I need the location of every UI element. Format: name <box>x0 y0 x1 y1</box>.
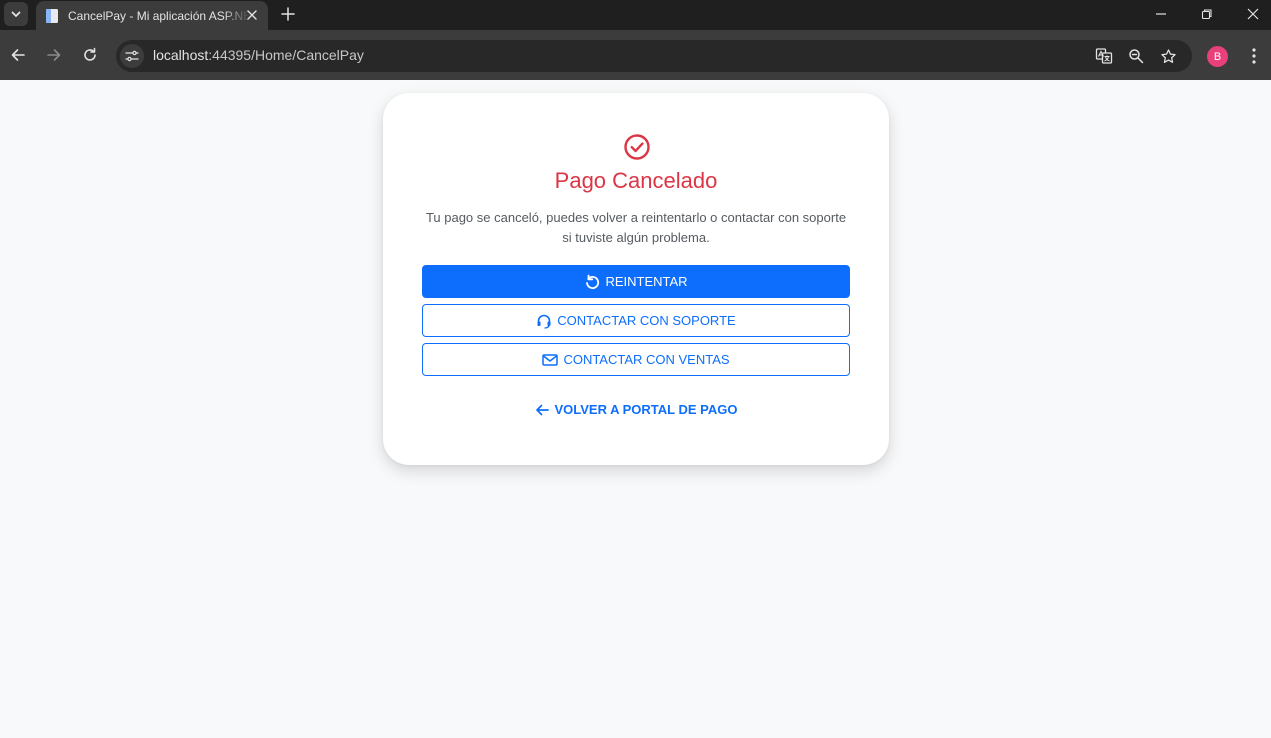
arrow-right-icon <box>47 49 61 61</box>
new-tab-button[interactable] <box>278 4 298 24</box>
reload-icon <box>84 47 96 61</box>
back-to-portal-link[interactable]: VOLVER A PORTAL DE PAGO <box>383 402 889 417</box>
back-label: VOLVER A PORTAL DE PAGO <box>554 402 738 417</box>
close-icon <box>1247 8 1259 20</box>
close-window-button[interactable] <box>1230 0 1271 28</box>
url-path: :44395/Home/CancelPay <box>208 47 364 63</box>
tab-title: CancelPay - Mi aplicación ASP.NET <box>68 8 250 23</box>
page-title: Pago Cancelado <box>554 168 718 193</box>
arrow-left-icon <box>11 49 25 61</box>
avatar-letter: B <box>1213 50 1222 63</box>
minimize-icon <box>1156 13 1166 15</box>
rotate-ccw-icon <box>586 274 600 289</box>
envelope-icon <box>542 353 559 366</box>
tune-icon <box>125 50 139 62</box>
url-host: localhost <box>153 47 209 63</box>
contact-support-button[interactable]: CONTACTAR CON SOPORTE <box>422 304 850 337</box>
profile-avatar[interactable]: B <box>1207 46 1228 67</box>
check-circle-icon <box>624 134 650 160</box>
support-label: CONTACTAR CON SOPORTE <box>557 313 736 328</box>
cancel-pay-card: Pago Cancelado Tu pago se canceló, puede… <box>383 93 889 465</box>
cancel-message: Tu pago se canceló, puedes volver a rein… <box>425 210 847 245</box>
tab-bar: CancelPay - Mi aplicación ASP.NET <box>0 0 1271 30</box>
tab-search-button[interactable] <box>4 2 28 26</box>
retry-button[interactable]: REINTENTAR <box>422 265 850 298</box>
contact-sales-button[interactable]: CONTACTAR CON VENTAS <box>422 343 850 376</box>
bookmark-button[interactable] <box>1156 44 1180 68</box>
translate-icon <box>1095 48 1113 64</box>
sales-label: CONTACTAR CON VENTAS <box>563 352 730 367</box>
restore-button[interactable] <box>1184 0 1230 28</box>
active-tab[interactable]: CancelPay - Mi aplicación ASP.NET <box>36 1 268 30</box>
more-vertical-icon <box>1252 48 1256 64</box>
zoom-button[interactable] <box>1124 44 1148 68</box>
headset-icon <box>537 314 551 329</box>
restore-icon <box>1201 9 1212 20</box>
forward-button[interactable] <box>42 43 66 67</box>
back-button[interactable] <box>6 43 30 67</box>
chevron-down-icon <box>11 11 21 17</box>
reload-button[interactable] <box>78 43 102 67</box>
browser-menu-button[interactable] <box>1244 44 1264 68</box>
page-favicon-icon <box>44 8 60 24</box>
translate-button[interactable] <box>1092 44 1116 68</box>
arrow-left-icon <box>535 404 549 415</box>
minimize-button[interactable] <box>1138 0 1184 28</box>
url-text[interactable]: localhost:44395/Home/CancelPay <box>153 47 364 63</box>
close-tab-icon[interactable] <box>244 7 260 23</box>
star-icon <box>1160 48 1176 63</box>
plus-icon <box>281 7 295 21</box>
retry-label: REINTENTAR <box>605 274 688 289</box>
site-info-button[interactable] <box>120 44 144 68</box>
zoom-out-icon <box>1129 49 1144 64</box>
